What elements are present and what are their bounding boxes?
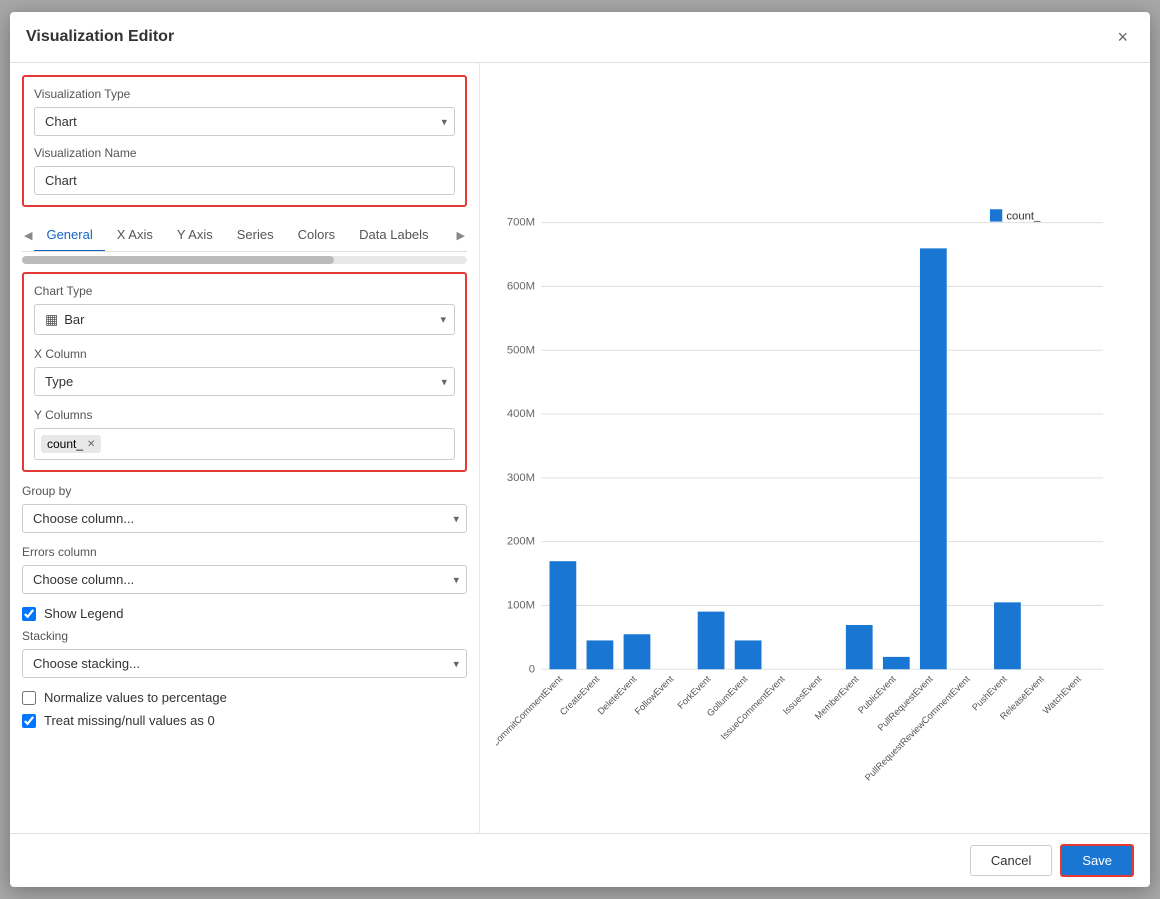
bottom-spacer: [22, 736, 467, 776]
treat-missing-row: Treat missing/null values as 0: [22, 713, 467, 728]
chart-area: 0 100M 200M 300M 400M 500M 600M 700M: [496, 79, 1134, 817]
bar-forkevent: [698, 612, 725, 670]
x-label-followevent: FollowEvent: [633, 674, 676, 717]
modal-footer: Cancel Save: [10, 833, 1150, 887]
viz-name-label: Visualization Name: [34, 146, 455, 160]
tab-colors[interactable]: Colors: [286, 219, 348, 251]
bar-chart-icon: ▦: [45, 311, 58, 328]
y-axis-300m: 300M: [507, 472, 535, 484]
bar-watchevent: [994, 602, 1021, 669]
stacking-label: Stacking: [22, 629, 467, 643]
modal-header: Visualization Editor ×: [10, 12, 1150, 63]
stacking-section: Stacking Choose stacking... ▾: [22, 629, 467, 678]
group-by-wrapper: Choose column... ▾: [22, 504, 467, 533]
chart-type-chevron-icon: ▾: [440, 313, 446, 326]
x-label-watchevent: WatchEvent: [1041, 674, 1083, 716]
x-column-wrapper: Type count_ ▾: [34, 367, 455, 396]
group-by-section: Group by Choose column... ▾: [22, 484, 467, 533]
y-column-tag-remove-button[interactable]: ✕: [87, 439, 95, 450]
bar-deleteevent: [624, 634, 651, 669]
y-axis-600m: 600M: [507, 281, 535, 293]
tabs-container: ◀ General X Axis Y Axis Series Colors Da…: [22, 219, 467, 252]
tab-scrollbar: [22, 256, 467, 264]
viz-type-label: Visualization Type: [34, 87, 455, 101]
normalize-row: Normalize values to percentage: [22, 690, 467, 705]
chart-type-value: Bar: [64, 312, 444, 327]
tab-scroll-left-button[interactable]: ◀: [22, 225, 34, 246]
y-column-tag-count: count_ ✕: [41, 435, 101, 453]
treat-missing-checkbox[interactable]: [22, 714, 36, 728]
modal-title: Visualization Editor: [26, 28, 174, 46]
stacking-wrapper: Choose stacking... ▾: [22, 649, 467, 678]
x-label-pushevent: PushEvent: [970, 674, 1009, 713]
legend-color-swatch: [990, 209, 1002, 221]
errors-column-section: Errors column Choose column... ▾: [22, 545, 467, 594]
y-axis-200m: 200M: [507, 536, 535, 548]
show-legend-row: Show Legend: [22, 606, 467, 621]
group-by-select[interactable]: Choose column...: [22, 504, 467, 533]
close-button[interactable]: ×: [1111, 26, 1134, 48]
group-by-label: Group by: [22, 484, 467, 498]
errors-column-wrapper: Choose column... ▾: [22, 565, 467, 594]
y-axis-400m: 400M: [507, 408, 535, 420]
tab-xaxis[interactable]: X Axis: [105, 219, 165, 251]
errors-column-label: Errors column: [22, 545, 467, 559]
chart-type-label: Chart Type: [34, 284, 455, 298]
tab-series[interactable]: Series: [225, 219, 286, 251]
normalize-checkbox[interactable]: [22, 691, 36, 705]
bar-pullrequestevent: [846, 625, 873, 669]
bar-createevent: [587, 640, 614, 669]
y-axis-500m: 500M: [507, 344, 535, 356]
viz-name-input[interactable]: [34, 166, 455, 195]
x-label-issuecommentevent: IssueCommentEvent: [719, 674, 787, 742]
chart-type-select[interactable]: ▦ Bar ▾: [34, 304, 455, 335]
y-axis-0: 0: [529, 663, 535, 675]
viz-type-name-section: Visualization Type Chart Table Map ▾ Vis…: [22, 75, 467, 207]
chart-type-wrapper: ▦ Bar ▾: [34, 304, 455, 335]
tabs-inner: General X Axis Y Axis Series Colors Data…: [34, 219, 454, 251]
save-button[interactable]: Save: [1060, 844, 1134, 877]
x-label-createevent: CreateEvent: [558, 674, 602, 718]
right-panel: 0 100M 200M 300M 400M 500M 600M 700M: [480, 63, 1150, 833]
y-axis-100m: 100M: [507, 600, 535, 612]
y-columns-input[interactable]: count_ ✕: [34, 428, 455, 460]
y-axis-700m: 700M: [507, 217, 535, 229]
errors-column-select[interactable]: Choose column...: [22, 565, 467, 594]
modal-body: Visualization Type Chart Table Map ▾ Vis…: [10, 63, 1150, 833]
tab-general[interactable]: General: [34, 219, 104, 251]
show-legend-checkbox[interactable]: [22, 607, 36, 621]
x-column-select[interactable]: Type count_: [34, 367, 455, 396]
y-column-tag-label: count_: [47, 437, 83, 451]
bar-chart-svg: 0 100M 200M 300M 400M 500M 600M 700M: [496, 79, 1134, 817]
x-label-commitcommentevent: CommitCommentEvent: [496, 674, 565, 749]
tab-yaxis[interactable]: Y Axis: [165, 219, 225, 251]
treat-missing-label: Treat missing/null values as 0: [44, 713, 215, 728]
x-column-label: X Column: [34, 347, 455, 361]
x-label-forkevent: ForkEvent: [676, 674, 713, 711]
viz-type-wrapper: Chart Table Map ▾: [34, 107, 455, 136]
modal-overlay: Visualization Editor × Visualization Typ…: [0, 0, 1160, 899]
cancel-button[interactable]: Cancel: [970, 845, 1052, 876]
show-legend-label: Show Legend: [44, 606, 124, 621]
bar-commitcommentevent: [550, 561, 577, 669]
tab-scrollbar-thumb: [22, 256, 334, 264]
bar-gollumevent: [735, 640, 762, 669]
tab-scroll-right-button[interactable]: ▶: [455, 225, 467, 246]
left-panel: Visualization Type Chart Table Map ▾ Vis…: [10, 63, 480, 833]
bar-pullrequestreviewcommentevent: [883, 657, 910, 669]
visualization-editor-modal: Visualization Editor × Visualization Typ…: [10, 12, 1150, 887]
bar-pushevent: [920, 248, 947, 669]
stacking-select[interactable]: Choose stacking...: [22, 649, 467, 678]
legend-label: count_: [1006, 211, 1041, 223]
chart-settings-section: Chart Type ▦ Bar ▾ X Column Type cou: [22, 272, 467, 472]
viz-type-select[interactable]: Chart Table Map: [34, 107, 455, 136]
normalize-label: Normalize values to percentage: [44, 690, 227, 705]
y-columns-label: Y Columns: [34, 408, 455, 422]
tab-data-labels[interactable]: Data Labels: [347, 219, 440, 251]
